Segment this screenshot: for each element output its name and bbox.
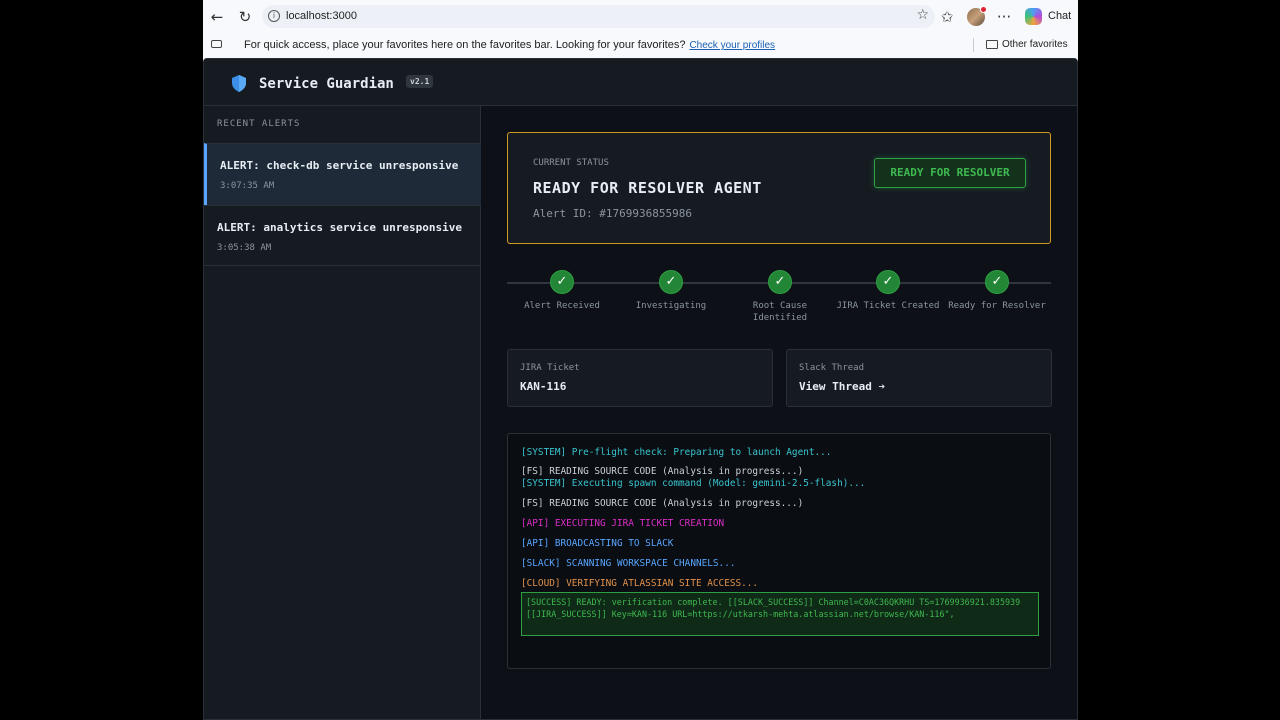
check-icon: ✓ <box>985 270 1009 294</box>
app-root: Service Guardian v2.1 RECENT ALERTS ALER… <box>203 58 1078 720</box>
folder-icon <box>986 40 998 49</box>
status-label: CURRENT STATUS <box>533 158 609 168</box>
app-title: Service Guardian <box>259 76 394 92</box>
app-header: Service Guardian v2.1 <box>204 59 1077 106</box>
agent-log-console: [SYSTEM] Pre-flight check: Preparing to … <box>507 433 1051 669</box>
log-line: [API] EXECUTING JIRA TICKET CREATION <box>521 518 725 529</box>
step-label: Investigating <box>635 301 707 311</box>
step-root-cause: ✓ Root Cause Identified <box>725 270 835 324</box>
alert-time: 3:05:38 AM <box>217 243 272 253</box>
other-favorites-button[interactable]: Other favorites <box>1002 39 1068 50</box>
check-icon: ✓ <box>550 270 574 294</box>
main-panel: CURRENT STATUS READY FOR RESOLVER AGENT … <box>482 106 1077 719</box>
step-alert-received: ✓ Alert Received <box>507 270 617 312</box>
jira-ticket-card[interactable]: JIRA Ticket KAN-116 <box>507 349 773 407</box>
log-line: [FS] READING SOURCE CODE (Analysis in pr… <box>521 466 804 477</box>
ready-for-resolver-button[interactable]: READY FOR RESOLVER <box>874 158 1026 188</box>
divider <box>973 38 974 52</box>
favorites-bar: For quick access, place your favorites h… <box>203 33 1078 58</box>
step-ready-for-resolver: ✓ Ready for Resolver <box>942 270 1052 312</box>
step-label: JIRA Ticket Created <box>836 301 940 311</box>
log-line: [SYSTEM] Pre-flight check: Preparing to … <box>521 447 832 458</box>
progress-stepper: ✓ Alert Received ✓ Investigating ✓ Root … <box>507 270 1051 330</box>
address-bar[interactable]: i localhost:3000 ☆ <box>262 5 935 28</box>
step-jira-ticket: ✓ JIRA Ticket Created <box>833 270 943 312</box>
step-investigating: ✓ Investigating <box>616 270 726 312</box>
favorites-message-text: For quick access, place your favorites h… <box>244 39 686 51</box>
alert-time: 3:07:35 AM <box>220 181 275 191</box>
check-icon: ✓ <box>768 270 792 294</box>
log-line: [FS] READING SOURCE CODE (Analysis in pr… <box>521 498 804 509</box>
favorites-icon[interactable]: ✩ <box>937 7 957 27</box>
favorites-bar-icon <box>211 40 222 48</box>
refresh-icon[interactable]: ↻ <box>235 7 255 27</box>
more-icon[interactable]: ··· <box>994 7 1014 27</box>
browser-window: ← ↻ i localhost:3000 ☆ ✩ ··· Chat For qu… <box>203 0 1078 720</box>
log-line: [SLACK] SCANNING WORKSPACE CHANNELS... <box>521 558 736 569</box>
alert-list-item[interactable]: ALERT: analytics service unresponsive 3:… <box>204 205 481 266</box>
view-thread-link[interactable]: View Thread ➔ <box>799 380 885 393</box>
copilot-icon[interactable] <box>1025 8 1042 25</box>
check-icon: ✓ <box>876 270 900 294</box>
site-info-icon[interactable]: i <box>268 10 280 22</box>
shield-icon <box>232 75 246 92</box>
check-profiles-link[interactable]: Check your profiles <box>689 40 775 51</box>
alert-id: Alert ID: #1769936855986 <box>533 207 692 220</box>
browser-toolbar: ← ↻ i localhost:3000 ☆ ✩ ··· Chat <box>203 0 1078 33</box>
favorite-star-icon[interactable]: ☆ <box>916 7 929 23</box>
favorites-message: For quick access, place your favorites h… <box>244 39 775 51</box>
back-icon[interactable]: ← <box>207 7 227 27</box>
check-icon: ✓ <box>659 270 683 294</box>
profile-avatar[interactable] <box>967 6 987 26</box>
alert-title: ALERT: analytics service unresponsive <box>217 221 463 234</box>
log-line: [API] BROADCASTING TO SLACK <box>521 538 674 549</box>
alert-list-item[interactable]: ALERT: check-db service unresponsive 3:0… <box>204 143 481 205</box>
log-line: [CLOUD] VERIFYING ATLASSIAN SITE ACCESS.… <box>521 578 759 589</box>
jira-ticket-id[interactable]: KAN-116 <box>520 380 566 393</box>
log-line: [SYSTEM] Executing spawn command (Model:… <box>521 478 866 489</box>
step-label: Alert Received <box>524 301 600 311</box>
chat-button[interactable]: Chat <box>1048 10 1071 22</box>
url-text: localhost:3000 <box>286 10 357 22</box>
step-label: Root Cause Identified <box>752 301 808 323</box>
slack-thread-card[interactable]: Slack Thread View Thread ➔ <box>786 349 1052 407</box>
alert-title: ALERT: check-db service unresponsive <box>220 159 459 172</box>
sidebar-title: RECENT ALERTS <box>217 119 301 129</box>
version-badge: v2.1 <box>406 75 434 88</box>
status-card: CURRENT STATUS READY FOR RESOLVER AGENT … <box>507 132 1051 244</box>
sidebar: RECENT ALERTS ALERT: check-db service un… <box>204 106 481 719</box>
jira-label: JIRA Ticket <box>520 363 580 373</box>
step-label: Ready for Resolver <box>948 301 1046 311</box>
status-headline: READY FOR RESOLVER AGENT <box>533 179 762 197</box>
success-log-box: [SUCCESS] READY: verification complete. … <box>521 592 1039 636</box>
slack-label: Slack Thread <box>799 363 865 373</box>
